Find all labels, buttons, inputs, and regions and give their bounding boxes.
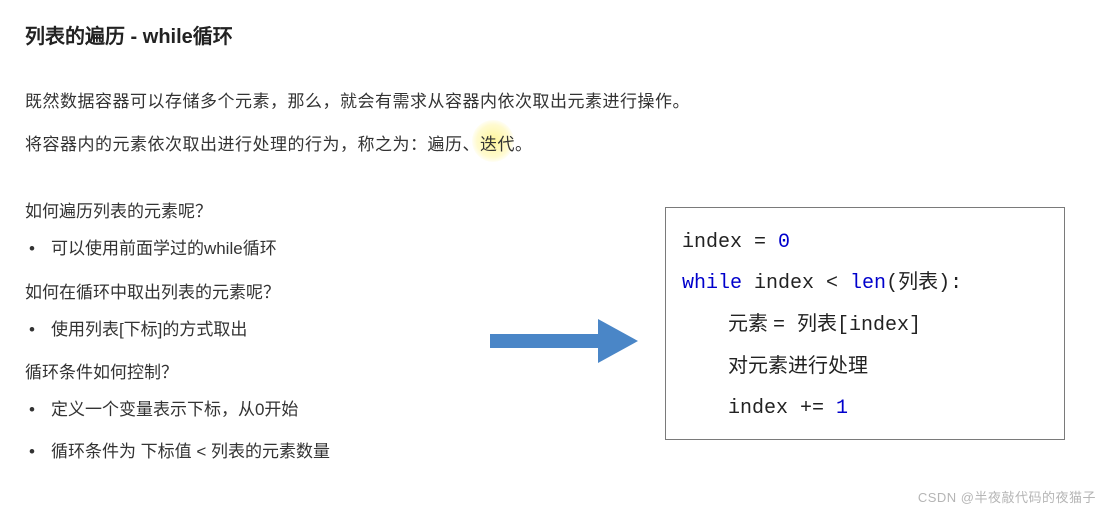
- code-column: index = 0 while index < len(列表): 元素 = 列表…: [665, 197, 1065, 440]
- code-token: 0: [778, 231, 790, 254]
- code-line-3: 元素 = 列表[index]: [682, 304, 1048, 346]
- code-token: (列表):: [886, 272, 962, 295]
- code-token: index: [682, 231, 754, 254]
- question-2: 如何在循环中取出列表的元素呢？: [25, 278, 465, 303]
- code-token: while: [682, 272, 742, 295]
- answer-2: 使用列表[下标]的方式取出: [51, 317, 247, 343]
- bullet-item: • 可以使用前面学过的while循环: [25, 236, 465, 262]
- answer-1: 可以使用前面学过的while循环: [51, 236, 277, 262]
- explanation-column: 如何遍历列表的元素呢？ • 可以使用前面学过的while循环 如何在循环中取出列…: [25, 197, 465, 480]
- answer-4: 循环条件为 下标值 < 列表的元素数量: [51, 439, 330, 465]
- intro-line-1: 既然数据容器可以存储多个元素，那么，就会有需求从容器内依次取出元素进行操作。: [25, 87, 1085, 112]
- bullet-item: • 循环条件为 下标值 < 列表的元素数量: [25, 439, 465, 465]
- bullet-icon: •: [29, 236, 35, 262]
- code-line-2: while index < len(列表):: [682, 263, 1048, 304]
- question-1: 如何遍历列表的元素呢？: [25, 197, 465, 222]
- watermark-text: CSDN @半夜敲代码的夜猫子: [918, 487, 1096, 506]
- code-token: 列表[index]: [797, 314, 921, 337]
- page-title: 列表的遍历 - while循环: [25, 20, 1085, 49]
- intro-suffix: 。: [515, 135, 533, 154]
- code-token: =: [773, 314, 797, 337]
- code-token: 对元素进行处理: [728, 355, 868, 377]
- answer-3: 定义一个变量表示下标，从0开始: [51, 397, 298, 423]
- bullet-icon: •: [29, 317, 35, 343]
- code-token: len: [850, 272, 886, 295]
- bullet-icon: •: [29, 439, 35, 465]
- arrow-right-icon: [490, 317, 640, 365]
- question-3: 循环条件如何控制？: [25, 358, 465, 383]
- code-token: 1: [836, 397, 848, 420]
- code-token: =: [754, 231, 778, 254]
- intro-highlight-text: 迭代: [480, 135, 515, 154]
- arrow-column: [465, 197, 665, 365]
- code-token: index: [728, 397, 800, 420]
- code-line-1: index = 0: [682, 222, 1048, 263]
- code-token: <: [826, 272, 850, 295]
- code-line-5: index += 1: [682, 388, 1048, 429]
- bullet-item: • 定义一个变量表示下标，从0开始: [25, 397, 465, 423]
- intro-prefix: 将容器内的元素依次取出进行处理的行为，称之为：遍历、: [25, 135, 480, 154]
- code-line-4: 对元素进行处理: [682, 346, 1048, 388]
- code-box: index = 0 while index < len(列表): 元素 = 列表…: [665, 207, 1065, 440]
- content-row: 如何遍历列表的元素呢？ • 可以使用前面学过的while循环 如何在循环中取出列…: [25, 197, 1085, 480]
- bullet-item: • 使用列表[下标]的方式取出: [25, 317, 465, 343]
- intro-highlight-word: 迭代: [480, 130, 515, 155]
- intro-line-2: 将容器内的元素依次取出进行处理的行为，称之为：遍历、迭代。: [25, 130, 1085, 155]
- code-token: index: [742, 272, 826, 295]
- bullet-icon: •: [29, 397, 35, 423]
- code-token: 元素: [728, 313, 773, 335]
- code-token: +=: [800, 397, 836, 420]
